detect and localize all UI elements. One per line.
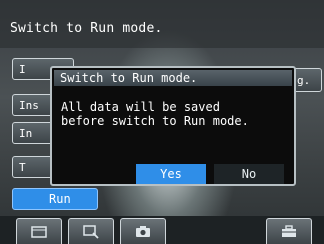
main-screen: Switch to Run mode. I Ins In T g. Run Sw…: [0, 0, 324, 244]
camera-button[interactable]: [120, 218, 166, 244]
run-button[interactable]: Run: [12, 188, 98, 210]
confirm-dialog: Switch to Run mode. All data will be sav…: [50, 66, 296, 186]
briefcase-icon: [282, 225, 296, 237]
display-icon: [31, 225, 47, 238]
yes-button[interactable]: Yes: [136, 164, 206, 184]
dialog-title: Switch to Run mode.: [54, 70, 292, 86]
page-title: Switch to Run mode.: [10, 21, 163, 36]
camera-icon: [136, 226, 150, 237]
zoom-button[interactable]: [68, 218, 114, 244]
header-bar: Switch to Run mode.: [0, 0, 324, 48]
tool-box-button[interactable]: [266, 218, 312, 244]
display-button[interactable]: [16, 218, 62, 244]
no-button[interactable]: No: [214, 164, 284, 184]
zoom-icon: [83, 224, 99, 239]
dialog-message: All data will be saved before switch to …: [61, 100, 249, 128]
